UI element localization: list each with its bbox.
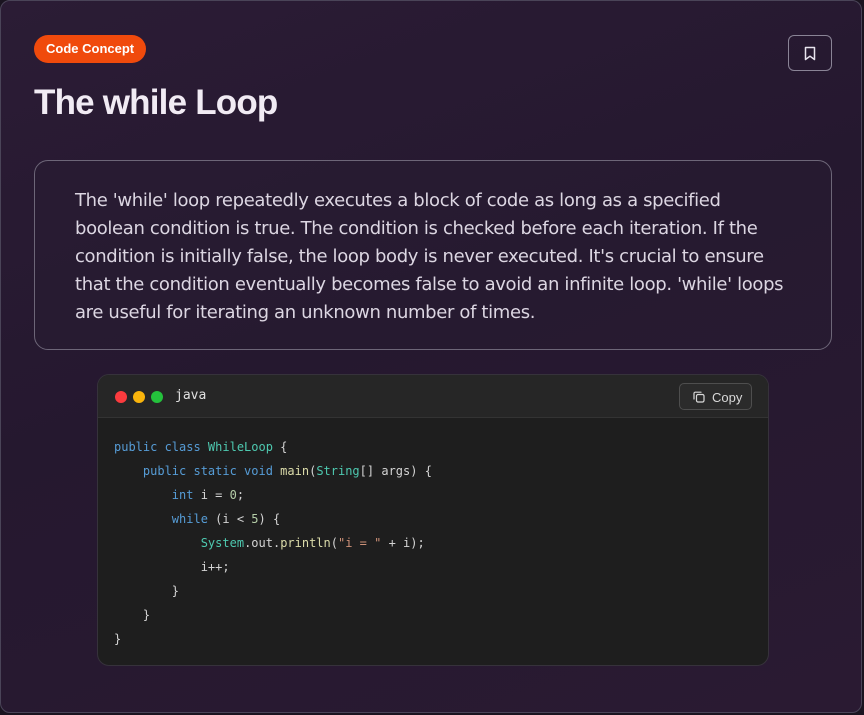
code-token: System [200, 536, 245, 550]
copy-button[interactable]: Copy [679, 383, 752, 410]
code-line: } [114, 603, 432, 627]
description-panel: The 'while' loop repeatedly executes a b… [34, 160, 832, 350]
code-line: public static void main(String[] args) { [114, 459, 432, 483]
code-token: public static void [114, 464, 281, 478]
window-dot-yellow [133, 391, 145, 403]
category-badge: Code Concept [34, 35, 147, 63]
code-token: { [272, 440, 288, 454]
code-token: i++; [114, 560, 230, 574]
code-token: [] args) { [359, 464, 432, 478]
code-line: } [114, 579, 432, 603]
window-dot-green [151, 391, 163, 403]
page-title: The while Loop [34, 83, 278, 122]
code-line: public class WhileLoop { [114, 435, 432, 459]
code-line: int i = 0; [114, 483, 432, 507]
code-token: (i < [215, 512, 252, 526]
code-token: String [316, 464, 360, 478]
code-block: java Copy public class WhileLoop { publi… [97, 374, 769, 666]
code-token: ) { [258, 512, 281, 526]
code-token: + i); [381, 536, 425, 550]
code-token: 0 [229, 488, 237, 502]
code-token: "i = " [338, 536, 382, 550]
code-token: i = [200, 488, 230, 502]
code-content: public class WhileLoop { public static v… [114, 435, 432, 651]
code-language-label: java [175, 388, 207, 403]
code-token: public class [114, 440, 208, 454]
code-token: int [114, 488, 201, 502]
copy-icon [693, 391, 705, 403]
bookmark-icon [804, 46, 816, 60]
copy-button-label: Copy [712, 390, 743, 405]
code-header: java Copy [98, 375, 768, 418]
code-line: i++; [114, 555, 432, 579]
code-token: .out. [244, 536, 281, 550]
window-dot-red [115, 391, 127, 403]
code-token: ; [236, 488, 245, 502]
code-line: System.out.println("i = " + i); [114, 531, 432, 555]
bookmark-button[interactable] [788, 35, 832, 71]
code-token: main [280, 464, 310, 478]
code-token: ( [330, 536, 338, 550]
code-token: while [114, 512, 216, 526]
code-token: } [114, 632, 122, 646]
code-token: } [114, 608, 151, 622]
description-text: The 'while' loop repeatedly executes a b… [75, 190, 784, 323]
code-line: } [114, 627, 432, 651]
concept-card: Code Concept The while Loop The 'while' … [0, 0, 862, 713]
code-token: } [114, 584, 180, 598]
code-line: while (i < 5) { [114, 507, 432, 531]
code-token: 5 [251, 512, 259, 526]
code-token: WhileLoop [207, 440, 273, 454]
code-token: println [280, 536, 331, 550]
